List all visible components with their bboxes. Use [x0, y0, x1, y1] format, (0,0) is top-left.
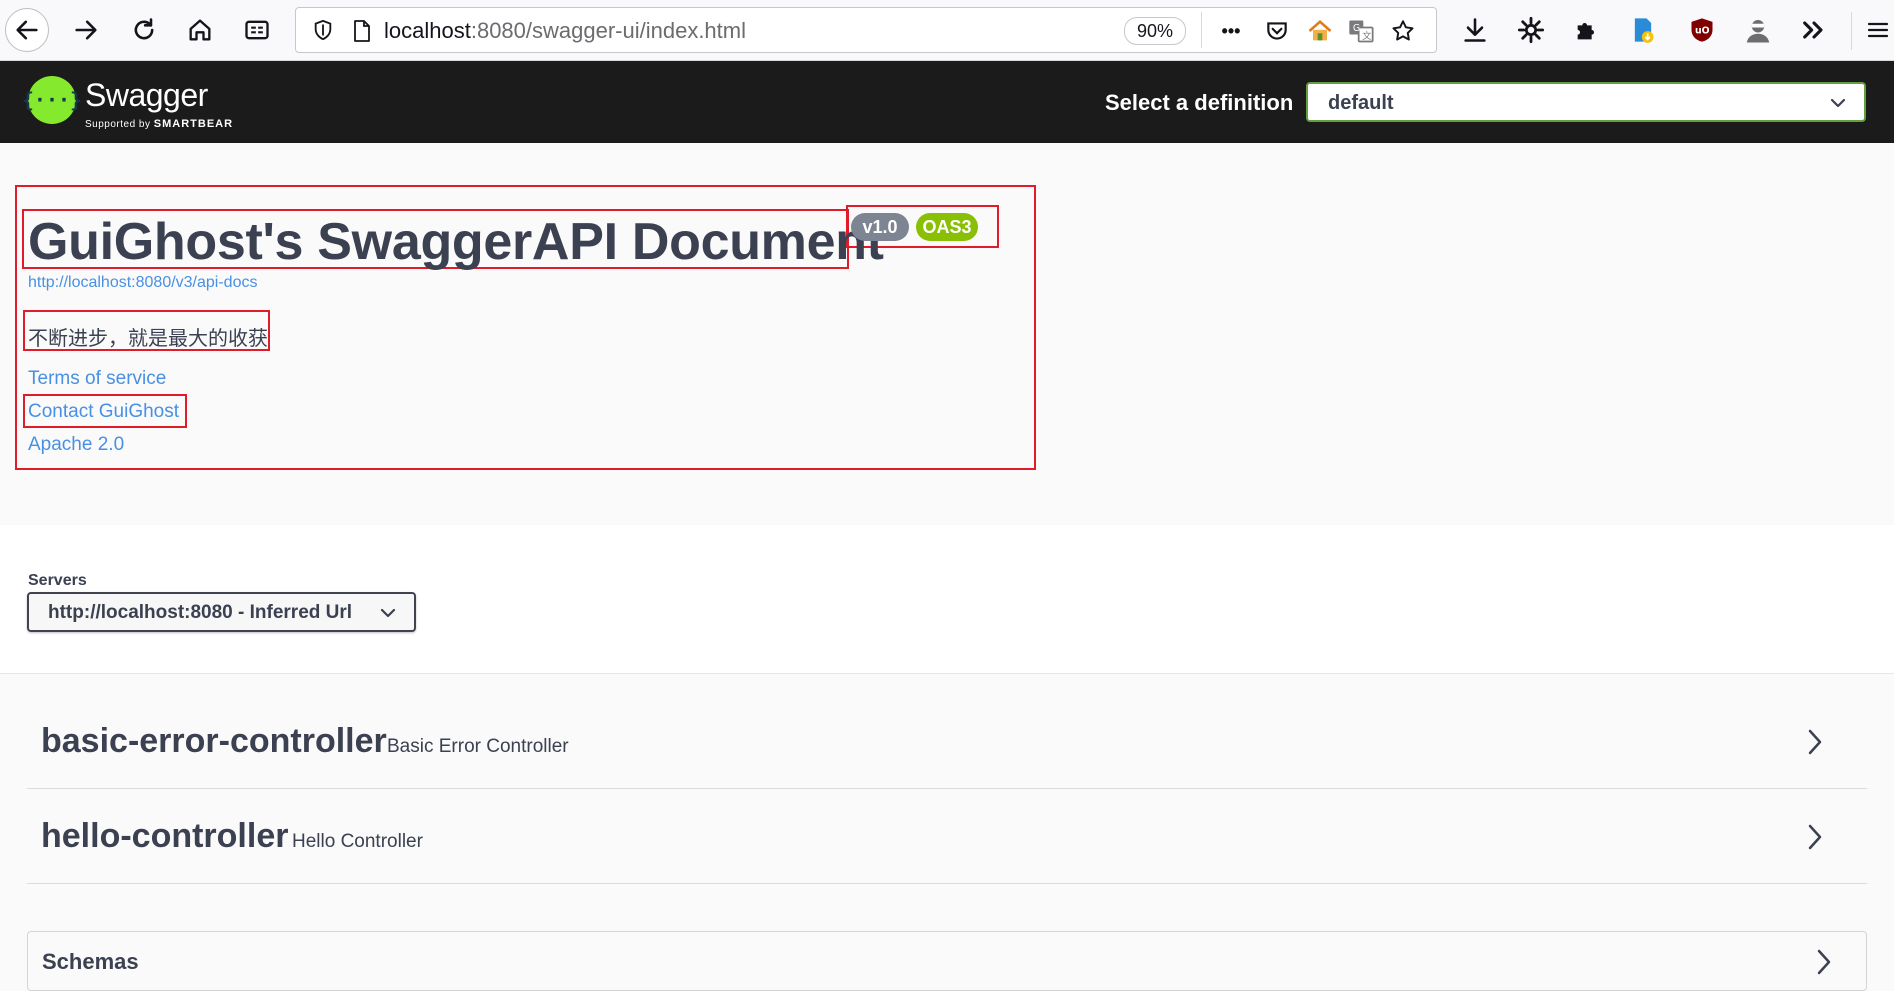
file-extension-icon[interactable]: [1627, 14, 1659, 46]
chevron-right-icon[interactable]: [1807, 728, 1823, 756]
overflow-chevron-icon[interactable]: [1798, 14, 1830, 46]
ublock-origin-icon[interactable]: uO: [1686, 14, 1718, 46]
definition-select-value: default: [1328, 92, 1394, 114]
arrow-right-icon: [75, 20, 97, 40]
swagger-logo-text[interactable]: Swagger: [85, 77, 208, 114]
servers-label: Servers: [28, 572, 87, 589]
servers-select[interactable]: http://localhost:8080 - Inferred Url: [27, 592, 416, 632]
servers-select-value: http://localhost:8080 - Inferred Url: [48, 602, 353, 623]
arrow-left-icon: [16, 20, 38, 40]
reader-extension-button[interactable]: [237, 10, 277, 50]
bookmark-star-icon[interactable]: [1388, 16, 1418, 46]
translate-icon[interactable]: G文: [1346, 16, 1376, 46]
chevron-down-icon: [380, 608, 396, 618]
back-button[interactable]: [5, 8, 49, 52]
api-description: 不断进步，就是最大的收获: [28, 328, 268, 350]
schemas-section[interactable]: Schemas: [27, 931, 1867, 991]
zoom-level-button[interactable]: 90%: [1124, 17, 1186, 45]
pocket-icon[interactable]: [1262, 16, 1292, 46]
url-bar[interactable]: localhost:8080/swagger-ui/index.html 90%…: [295, 7, 1437, 53]
smartbear-text: SMARTBEAR: [153, 118, 234, 130]
license-link[interactable]: Apache 2.0: [28, 434, 124, 456]
reload-icon: [134, 18, 154, 40]
home-button[interactable]: [180, 10, 220, 50]
downloads-icon[interactable]: [1459, 14, 1491, 46]
url-separator: [1201, 12, 1202, 48]
chevron-right-icon[interactable]: [1807, 823, 1823, 851]
tag-section-basic-error-controller[interactable]: basic-error-controller Basic Error Contr…: [27, 694, 1867, 789]
url-text[interactable]: localhost:8080/swagger-ui/index.html: [384, 18, 746, 44]
schemas-label: Schemas: [42, 949, 139, 974]
version-badge: v1.0: [851, 213, 909, 241]
api-title: GuiGhost's SwaggerAPI Document: [28, 213, 884, 271]
servers-section: Servers http://localhost:8080 - Inferred…: [0, 525, 1894, 674]
swagger-logo-subtitle: Supported by SMARTBEAR: [85, 118, 233, 130]
home-icon: [189, 19, 211, 41]
api-docs-link[interactable]: http://localhost:8080/v3/api-docs: [28, 274, 257, 292]
svg-text:文: 文: [1362, 30, 1371, 42]
chevron-down-icon: [1830, 98, 1846, 108]
url-path: :8080/swagger-ui/index.html: [470, 18, 746, 43]
definition-select[interactable]: default: [1306, 82, 1866, 122]
tag-name[interactable]: hello-controller: [41, 817, 288, 856]
home-page-extension-icon[interactable]: [1305, 16, 1335, 46]
browser-toolbar: localhost:8080/swagger-ui/index.html 90%…: [0, 0, 1894, 61]
tag-name[interactable]: basic-error-controller: [41, 722, 387, 761]
tracking-shield-icon[interactable]: [312, 19, 334, 41]
swagger-logo-icon[interactable]: {···}: [22, 76, 82, 124]
hamburger-menu-icon[interactable]: [1866, 14, 1890, 46]
toolbar-separator: [1851, 12, 1852, 50]
gear-icon[interactable]: [1515, 14, 1547, 46]
terms-of-service-link[interactable]: Terms of service: [28, 368, 166, 390]
page-actions-icon[interactable]: •••: [1216, 16, 1246, 46]
avatar-extension-icon[interactable]: [1742, 14, 1774, 46]
tag-description: Basic Error Controller: [387, 736, 569, 757]
swagger-topbar: {···} Swagger Supported by SMARTBEAR Sel…: [0, 61, 1894, 143]
definition-label: Select a definition: [1105, 90, 1294, 115]
oas-badge: OAS3: [916, 213, 978, 241]
chevron-right-icon[interactable]: [1816, 948, 1832, 976]
tag-description: Hello Controller: [292, 831, 423, 852]
extensions-puzzle-icon[interactable]: [1571, 14, 1603, 46]
svg-text:G: G: [1353, 23, 1360, 34]
url-host: localhost: [384, 18, 471, 43]
svg-text:uO: uO: [1695, 26, 1710, 37]
supported-by-text: Supported by: [85, 119, 151, 130]
contact-link[interactable]: Contact GuiGhost: [28, 401, 179, 423]
forward-button[interactable]: [66, 10, 106, 50]
page-info-icon[interactable]: [352, 19, 372, 43]
reader-icon: [245, 20, 269, 40]
reload-button[interactable]: [124, 10, 164, 50]
tag-section-hello-controller[interactable]: hello-controller Hello Controller: [27, 789, 1867, 884]
